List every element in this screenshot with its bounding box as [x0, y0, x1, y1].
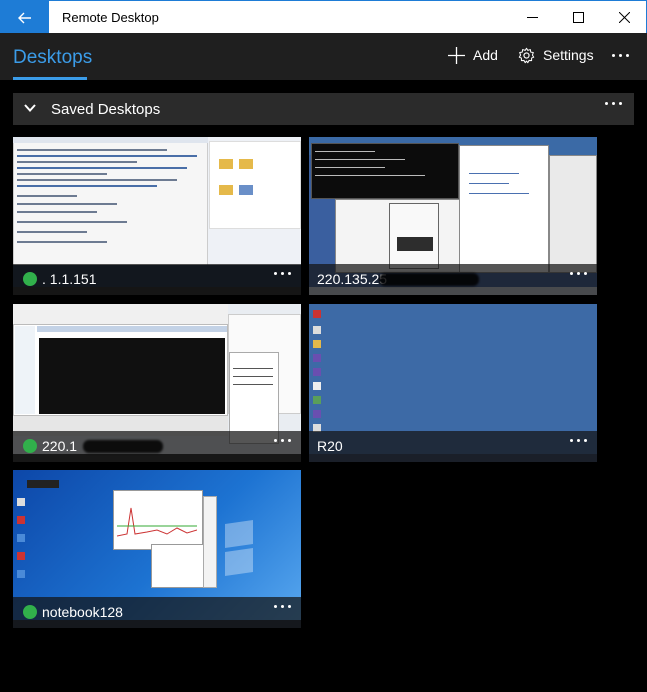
close-icon: [618, 12, 630, 23]
plus-icon: [448, 46, 465, 64]
title-bar: Remote Desktop: [0, 0, 647, 34]
tile-footer: 220.1: [13, 431, 301, 462]
desktop-tile[interactable]: notebook128: [13, 470, 301, 628]
tile-footer: notebook128: [13, 597, 301, 628]
back-button[interactable]: [1, 1, 49, 34]
app-header: Desktops Add Settings: [0, 33, 647, 80]
redacted-text: [379, 273, 479, 286]
saved-desktops-group-header[interactable]: Saved Desktops: [13, 93, 634, 125]
more-options-button[interactable]: [612, 44, 629, 66]
tile-footer: 220.135.25: [309, 264, 597, 295]
minimize-icon: [526, 17, 538, 18]
status-indicator-connected: [23, 439, 37, 453]
desktop-name: 220.1: [42, 438, 78, 454]
desktop-more-icon[interactable]: [274, 439, 291, 442]
desktop-more-icon[interactable]: [570, 272, 587, 275]
group-title: Saved Desktops: [51, 101, 161, 118]
desktop-tile[interactable]: . 1.1.151: [13, 137, 301, 295]
add-label: Add: [473, 47, 498, 63]
desktop-tile[interactable]: 220.1: [13, 304, 301, 462]
chevron-down-icon: [24, 104, 36, 112]
desktop-name: R20: [317, 438, 343, 454]
app-title: Remote Desktop: [62, 10, 159, 25]
desktop-tile[interactable]: R20: [309, 304, 597, 462]
close-button[interactable]: [601, 1, 647, 34]
status-indicator-connected: [23, 605, 37, 619]
settings-button[interactable]: Settings: [518, 44, 594, 66]
back-arrow-icon: [18, 12, 31, 23]
desktop-name: notebook128: [42, 604, 123, 620]
gear-icon: [518, 47, 535, 63]
chart-graphic: [117, 507, 197, 537]
add-button[interactable]: Add: [448, 44, 498, 66]
group-more-icon[interactable]: [605, 102, 622, 105]
desktop-more-icon[interactable]: [570, 439, 587, 442]
desktop-name: 220.135.25: [317, 271, 388, 287]
tab-desktops[interactable]: Desktops: [13, 47, 92, 69]
more-icon: [612, 53, 629, 57]
tile-footer: . 1.1.151: [13, 264, 301, 295]
desktop-more-icon[interactable]: [274, 272, 291, 275]
settings-label: Settings: [543, 47, 594, 63]
desktop-more-icon[interactable]: [274, 605, 291, 608]
desktop-name: . 1.1.151: [42, 271, 97, 287]
status-indicator-connected: [23, 272, 37, 286]
desktop-tile[interactable]: 220.135.25: [309, 137, 597, 295]
maximize-icon: [572, 12, 584, 23]
redacted-text: [83, 440, 163, 453]
tile-footer: R20: [309, 431, 597, 462]
maximize-button[interactable]: [555, 1, 601, 34]
minimize-button[interactable]: [509, 1, 555, 34]
tab-selected-indicator: [13, 77, 87, 80]
